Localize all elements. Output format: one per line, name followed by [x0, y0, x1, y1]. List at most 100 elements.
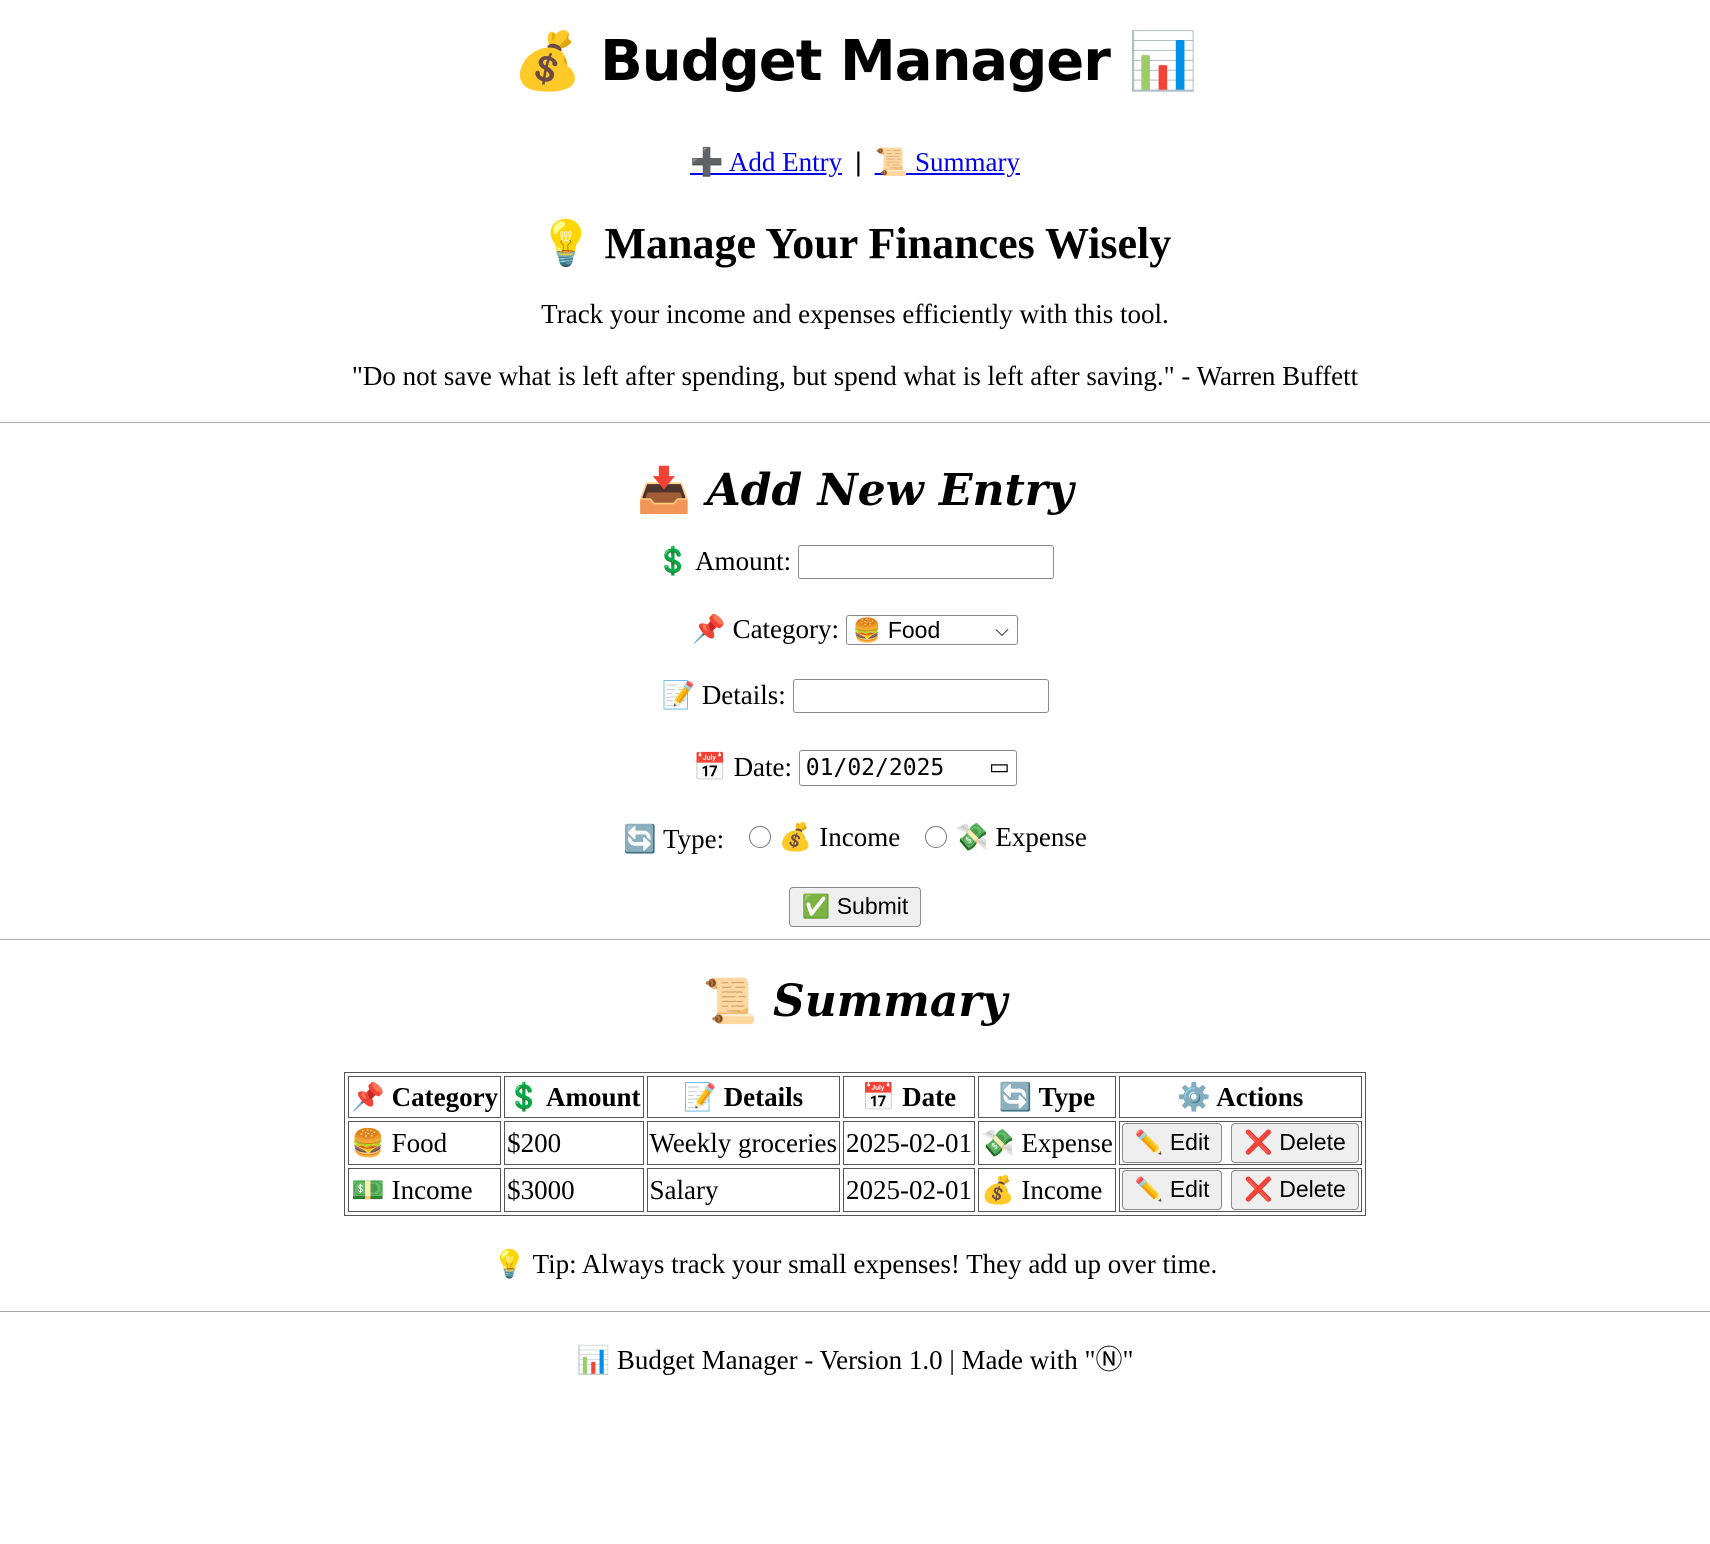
column-header-label: Type — [1038, 1082, 1096, 1112]
memo-icon: 📝 — [683, 1082, 717, 1113]
submit-button[interactable]: ✅ Submit — [788, 887, 922, 927]
type-expense-radio[interactable] — [924, 825, 947, 848]
footer-text: Budget Manager - Version 1.0 | Made with… — [616, 1345, 1134, 1375]
cell-category: 💵 Income — [348, 1168, 502, 1212]
cycle-arrows-icon: 🔄 — [998, 1082, 1033, 1113]
cell-type-text: Expense — [1021, 1128, 1113, 1158]
lightbulb-icon: 💡 — [538, 218, 594, 269]
summary-table: 📌 Category 💲 Amount 📝 Details 📅 Date 🔄 T… — [344, 1072, 1366, 1216]
column-header-label: Category — [391, 1082, 499, 1112]
nav-add-entry-link[interactable]: ➕ Add Entry — [689, 147, 843, 178]
scroll-icon: 📜 — [702, 976, 758, 1027]
divider — [0, 422, 1710, 423]
column-header-label: Amount — [545, 1082, 641, 1112]
divider — [0, 939, 1710, 940]
cell-actions: ✏️ Edit ❌ Delete — [1118, 1168, 1362, 1212]
table-header-row: 📌 Category 💲 Amount 📝 Details 📅 Date 🔄 T… — [348, 1076, 1362, 1118]
column-header-label: Details — [723, 1082, 804, 1112]
pushpin-icon: 📌 — [351, 1082, 385, 1113]
cell-type-text: Income — [1021, 1175, 1103, 1205]
tip-text: 💡 Tip: Always track your small expenses!… — [0, 1244, 1710, 1284]
divider — [0, 1311, 1710, 1312]
cell-type: 💰 Income — [977, 1168, 1116, 1212]
edit-button[interactable]: ✏️ Edit — [1121, 1170, 1223, 1210]
delete-button[interactable]: ❌ Delete — [1231, 1123, 1359, 1163]
intro-quote: "Do not save what is left after spending… — [351, 361, 1359, 391]
type-expense-label: Expense — [995, 822, 1087, 852]
intro-description: Track your income and expenses efficient… — [541, 299, 1169, 329]
gear-icon: ⚙️ — [1177, 1082, 1211, 1113]
table-row: 💵 Income $3000 Salary 2025-02-01 💰 Incom… — [348, 1168, 1362, 1212]
amount-label-text: Amount: — [695, 546, 792, 577]
amount-row: 💲 Amount: — [0, 539, 1710, 579]
summary-heading-text: Summary — [772, 976, 1008, 1027]
memo-icon: 📝 — [661, 680, 696, 712]
pushpin-icon: 📌 — [692, 614, 726, 646]
summary-heading: 📜 Summary — [0, 972, 1710, 1032]
chevron-down-icon: ⌵ — [995, 619, 1009, 640]
calendar-icon: 📅 — [693, 752, 727, 784]
edit-button-label: Edit — [1169, 1129, 1210, 1155]
add-entry-form: 💲 Amount: 📌 Category: 🍔 Food ⌵ 📝 Details:… — [0, 539, 1710, 927]
edit-button[interactable]: ✏️ Edit — [1121, 1123, 1223, 1163]
category-selected-value: Food — [887, 616, 941, 643]
details-row: 📝 Details: — [0, 673, 1710, 713]
plus-icon: ➕ — [689, 147, 724, 178]
cross-mark-icon: ❌ — [1244, 1130, 1273, 1156]
cell-date: 2025-02-01 — [842, 1168, 975, 1212]
money-wings-icon: 💸 — [954, 822, 989, 853]
column-header-amount: 💲 Amount — [504, 1076, 644, 1118]
add-entry-heading: 📥 Add New Entry — [0, 461, 1710, 521]
cycle-arrows-icon: 🔄 — [623, 824, 657, 856]
bar-chart-icon: 📊 — [576, 1345, 611, 1376]
date-value: 01/02/2025 — [805, 754, 945, 781]
calendar-icon: 📅 — [861, 1082, 896, 1113]
column-header-type: 🔄 Type — [977, 1076, 1116, 1118]
nav-add-entry-label: Add Entry — [723, 147, 843, 177]
app-title-text: Budget Manager — [600, 29, 1111, 94]
category-row: 📌 Category: 🍔 Food ⌵ — [0, 607, 1710, 647]
add-entry-heading-text: Add New Entry — [706, 465, 1074, 516]
amount-label: 💲 Amount: — [656, 546, 792, 577]
money-bag-icon: 💰 — [512, 29, 583, 94]
column-header-label: Actions — [1216, 1082, 1304, 1112]
inbox-tray-icon: 📥 — [636, 465, 692, 516]
date-input[interactable]: 01/02/2025 ▭ — [798, 749, 1017, 786]
type-label-text: Type: — [663, 824, 725, 855]
column-header-details: 📝 Details — [646, 1076, 840, 1118]
check-mark-icon: ✅ — [801, 894, 831, 920]
money-bag-icon: 💰 — [980, 1175, 1015, 1206]
column-header-date: 📅 Date — [842, 1076, 975, 1118]
date-row: 📅 Date: 01/02/2025 ▭ — [0, 745, 1710, 786]
lightbulb-icon: 💡 — [492, 1249, 527, 1280]
tagline-text: Manage Your Finances Wisely — [604, 219, 1172, 268]
bar-chart-icon: 📊 — [1128, 29, 1198, 94]
cell-actions: ✏️ Edit ❌ Delete — [1118, 1121, 1362, 1165]
category-label-text: Category: — [732, 614, 840, 645]
cell-category: 🍔 Food — [348, 1121, 502, 1165]
category-label: 📌 Category: — [692, 614, 840, 646]
burger-icon: 🍔 — [852, 617, 882, 644]
tagline-heading: 💡 Manage Your Finances Wisely — [0, 216, 1710, 272]
calendar-picker-icon[interactable]: ▭ — [989, 751, 1010, 785]
submit-label: Submit — [836, 893, 909, 919]
amount-input[interactable] — [797, 544, 1054, 579]
money-wings-icon: 💸 — [980, 1128, 1015, 1159]
cross-mark-icon: ❌ — [1244, 1177, 1273, 1203]
nav-summary-link[interactable]: 📜 Summary — [874, 147, 1020, 178]
submit-wrap: ✅ Submit — [0, 887, 1710, 927]
nav-summary-label: Summary — [908, 147, 1020, 177]
type-row: 🔄 Type: 💰 Income 💸 Expense — [0, 817, 1710, 857]
details-input[interactable] — [792, 678, 1049, 713]
date-label: 📅 Date: — [693, 752, 792, 784]
column-header-actions: ⚙️ Actions — [1118, 1076, 1362, 1118]
delete-button[interactable]: ❌ Delete — [1231, 1170, 1359, 1210]
cell-category-text: Food — [391, 1128, 448, 1158]
category-select[interactable]: 🍔 Food ⌵ — [845, 614, 1018, 645]
pencil-icon: ✏️ — [1134, 1177, 1164, 1203]
cell-type: 💸 Expense — [977, 1121, 1116, 1165]
scroll-icon: 📜 — [874, 147, 909, 178]
delete-button-label: Delete — [1279, 1176, 1346, 1202]
type-income-radio[interactable] — [748, 825, 771, 848]
cell-amount: $200 — [504, 1121, 644, 1165]
